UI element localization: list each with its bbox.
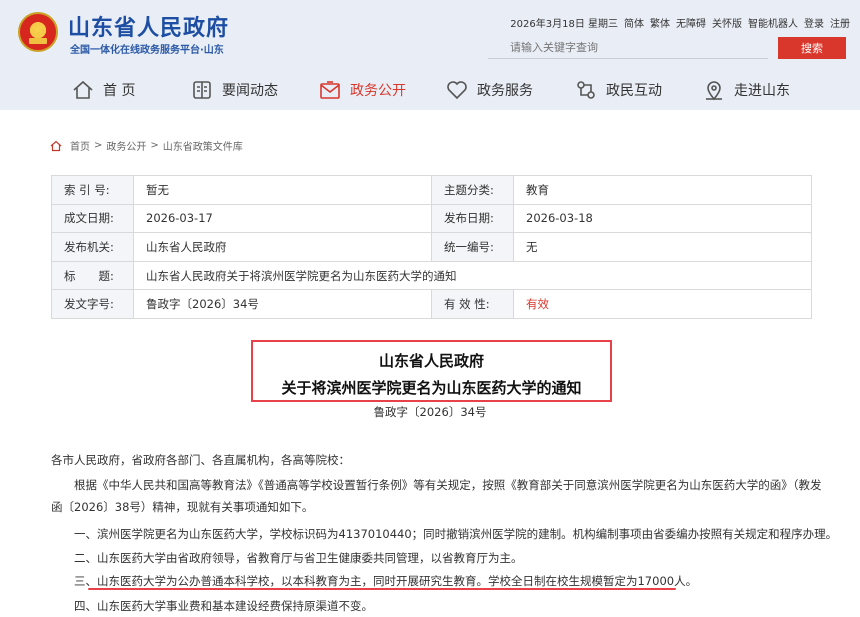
meta-value: 2026-03-18 <box>513 203 812 234</box>
mail-icon <box>319 79 341 101</box>
link-accessibility[interactable]: 无障碍 <box>676 15 706 30</box>
link-register[interactable]: 注册 <box>830 15 850 30</box>
paragraph-item-2: 二、山东医药大学由省政府领导，省教育厅与省卫生健康委共同管理，以省教育厅为主。 <box>74 551 523 565</box>
site-subtitle: 全国一体化在线政务服务平台·山东 <box>70 45 224 56</box>
paragraph-item-1: 一、滨州医学院更名为山东医药大学，学校标识码为4137010440；同时撤销滨州… <box>74 527 838 541</box>
nav-label: 政民互动 <box>606 83 662 99</box>
heart-icon <box>446 79 468 101</box>
meta-value: 山东省人民政府关于将滨州医学院更名为山东医药大学的通知 <box>133 260 812 291</box>
link-simplified[interactable]: 简体 <box>624 15 644 30</box>
paragraph-basis-cont: 函〔2026〕38号）精神，现就有关事项通知如下。 <box>51 500 314 514</box>
meta-value: 无 <box>513 232 812 262</box>
meta-key: 发布机关: <box>51 232 134 262</box>
nav-gov-affairs[interactable]: 政务公开 <box>319 70 406 110</box>
link-care-mode[interactable]: 关怀版 <box>712 15 742 30</box>
home-icon <box>72 79 94 101</box>
meta-key: 标 题: <box>51 260 134 291</box>
meta-key: 主题分类: <box>431 175 514 205</box>
document-number: 鲁政字〔2026〕34号 <box>373 405 487 419</box>
meta-row: 成文日期: 2026-03-17 发布日期: 2026-03-18 <box>51 203 812 234</box>
meta-row: 发布机关: 山东省人民政府 统一编号: 无 <box>51 232 812 262</box>
top-links: 2026年3月18日 星期三 简体 繁体 无障碍 关怀版 智能机器人 登录 注册 <box>510 15 850 30</box>
link-robot[interactable]: 智能机器人 <box>748 15 798 30</box>
nav-about-shandong[interactable]: 走进山东 <box>703 70 790 110</box>
nav-home[interactable]: 首 页 <box>72 70 135 110</box>
meta-value: 山东省人民政府 <box>133 232 432 262</box>
document-title-highlight: 山东省人民政府 关于将滨州医学院更名为山东医药大学的通知 <box>251 340 612 402</box>
nav-news[interactable]: 要闻动态 <box>191 70 278 110</box>
search-input[interactable] <box>488 37 768 59</box>
meta-key: 统一编号: <box>431 232 514 262</box>
search-button[interactable]: 搜索 <box>778 37 846 59</box>
meta-key: 成文日期: <box>51 203 134 234</box>
site-header: ★ 山东省人民政府 全国一体化在线政务服务平台·山东 2026年3月18日 星期… <box>0 0 860 110</box>
meta-row: 标 题: 山东省人民政府关于将滨州医学院更名为山东医药大学的通知 <box>51 260 812 291</box>
nav-label: 政务公开 <box>350 83 406 99</box>
nav-interaction[interactable]: 政民互动 <box>575 70 662 110</box>
main-nav: 首 页 要闻动态 政务公开 政务服务 政民互动 走进山东 <box>0 70 860 110</box>
nav-label: 首 页 <box>103 83 136 99</box>
nav-label: 政务服务 <box>477 83 533 99</box>
paragraph-salutation: 各市人民政府，省政府各部门、各直属机构，各高等院校： <box>51 453 350 467</box>
breadcrumb: 首页 > 政务公开 > 山东省政策文件库 <box>50 138 243 153</box>
paragraph-basis: 根据《中华人民共和国高等教育法》《普通高等学校设置暂行条例》等有关规定，按照《教… <box>74 478 822 492</box>
meta-value: 鲁政字〔2026〕34号 <box>133 289 432 319</box>
nav-label: 走进山东 <box>734 83 790 99</box>
location-icon <box>703 79 725 101</box>
document-title-issuer: 山东省人民政府 <box>378 352 484 370</box>
breadcrumb-policy-library[interactable]: 山东省政策文件库 <box>163 138 243 153</box>
document-title: 关于将滨州医学院更名为山东医药大学的通知 <box>281 379 582 397</box>
current-date: 2026年3月18日 星期三 <box>510 19 618 30</box>
link-login[interactable]: 登录 <box>804 15 824 30</box>
highlight-underline <box>88 588 676 590</box>
home-icon <box>50 140 62 151</box>
paragraph-item-3: 三、山东医药大学为公办普通本科学校，以本科教育为主，同时开展研究生教育。学校全日… <box>74 574 698 588</box>
document-meta-table: 索 引 号: 暂无 主题分类: 教育 成文日期: 2026-03-17 发布日期… <box>51 175 812 319</box>
link-traditional[interactable]: 繁体 <box>650 15 670 30</box>
paragraph-item-4: 四、山东医药大学事业费和基本建设经费保持原渠道不变。 <box>74 599 373 613</box>
breadcrumb-separator: > <box>94 140 103 151</box>
meta-key: 索 引 号: <box>51 175 134 205</box>
meta-value: 2026-03-17 <box>133 203 432 234</box>
book-icon <box>191 79 213 101</box>
meta-row: 索 引 号: 暂无 主题分类: 教育 <box>51 175 812 205</box>
meta-row: 发文字号: 鲁政字〔2026〕34号 有 效 性: 有效 <box>51 289 812 319</box>
site-title[interactable]: 山东省人民政府 <box>68 10 229 42</box>
national-emblem-icon: ★ <box>18 12 58 52</box>
meta-key: 发文字号: <box>51 289 134 319</box>
meta-key: 发布日期: <box>431 203 514 234</box>
breadcrumb-separator: > <box>150 140 159 151</box>
nav-services[interactable]: 政务服务 <box>446 70 533 110</box>
meta-value: 暂无 <box>133 175 432 205</box>
nav-label: 要闻动态 <box>222 83 278 99</box>
interaction-icon <box>575 79 597 101</box>
breadcrumb-gov-affairs[interactable]: 政务公开 <box>106 138 146 153</box>
meta-key: 有 效 性: <box>431 289 514 319</box>
meta-value: 教育 <box>513 175 812 205</box>
breadcrumb-home[interactable]: 首页 <box>70 138 90 153</box>
validity-status: 有效 <box>513 289 812 319</box>
